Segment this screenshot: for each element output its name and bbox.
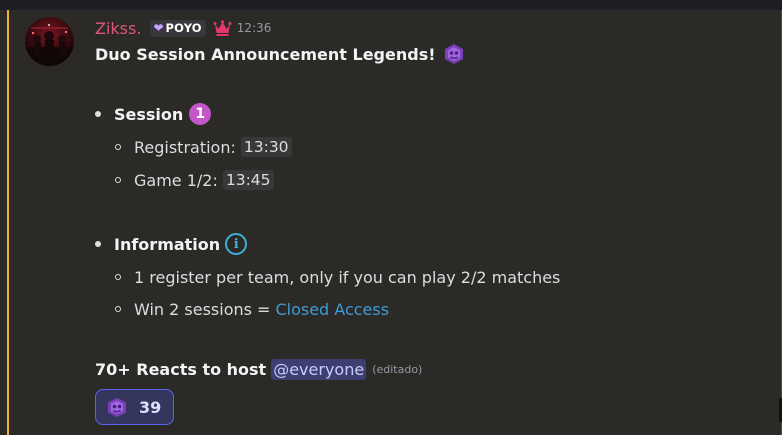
title-text: Duo Session Announcement Legends! — [95, 44, 436, 64]
info-heading-line: Information i — [114, 232, 248, 256]
registration-label: Registration: — [134, 137, 236, 157]
footer-line: 70+ Reacts to host @everyone (editado) — [95, 357, 422, 381]
heart-icon: ❤ — [153, 21, 164, 35]
list-sub-bullet — [115, 144, 121, 150]
game-time: 13:45 — [222, 170, 274, 190]
session-heading: Session — [114, 104, 184, 124]
info-heading: Information — [114, 234, 221, 254]
game-line: Game 1/2: 13:45 — [134, 168, 274, 192]
guild-tag[interactable]: ❤ POYO — [150, 19, 206, 37]
info-line-1: 1 register per team, only if you can pla… — [134, 265, 560, 289]
username[interactable]: Zikss. — [95, 19, 141, 38]
crown-icon — [213, 19, 232, 36]
timestamp[interactable]: 12:36 — [237, 21, 272, 35]
message-header: Zikss. ❤ POYO 12:36 — [95, 17, 271, 39]
poyo-logo-icon — [108, 397, 126, 417]
info-text-1: 1 register per team, only if you can pla… — [134, 267, 561, 287]
list-bullet — [95, 241, 101, 247]
everyone-mention[interactable]: @everyone — [271, 358, 367, 380]
channel-top-strip — [0, 0, 782, 10]
registration-time: 13:30 — [240, 137, 292, 157]
info-icon: i — [225, 233, 248, 255]
list-sub-bullet — [115, 177, 121, 183]
game-label: Game 1/2: — [134, 170, 218, 190]
message-title: Duo Session Announcement Legends! — [95, 43, 466, 65]
footer-text: 70+ Reacts to host — [95, 359, 267, 379]
registration-line: Registration: 13:30 — [134, 135, 292, 159]
info-text-2: Win 2 sessions = — [134, 299, 271, 319]
avatar[interactable] — [25, 17, 74, 66]
mention-highlight-bar — [7, 10, 9, 435]
guild-tag-label: POYO — [165, 21, 202, 35]
list-bullet — [95, 111, 101, 117]
list-sub-bullet — [115, 306, 121, 312]
edited-label: (editado) — [372, 362, 423, 376]
poyo-logo-icon[interactable] — [442, 43, 466, 65]
list-sub-bullet — [115, 274, 121, 280]
reaction-button[interactable]: 39 — [95, 389, 174, 425]
number-one-icon: 1 — [189, 103, 212, 125]
session-heading-line: Session 1 — [114, 102, 212, 126]
closed-access-link[interactable]: Closed Access — [275, 300, 389, 319]
reaction-count: 39 — [139, 397, 162, 417]
info-line-2: Win 2 sessions = Closed Access — [134, 297, 389, 321]
